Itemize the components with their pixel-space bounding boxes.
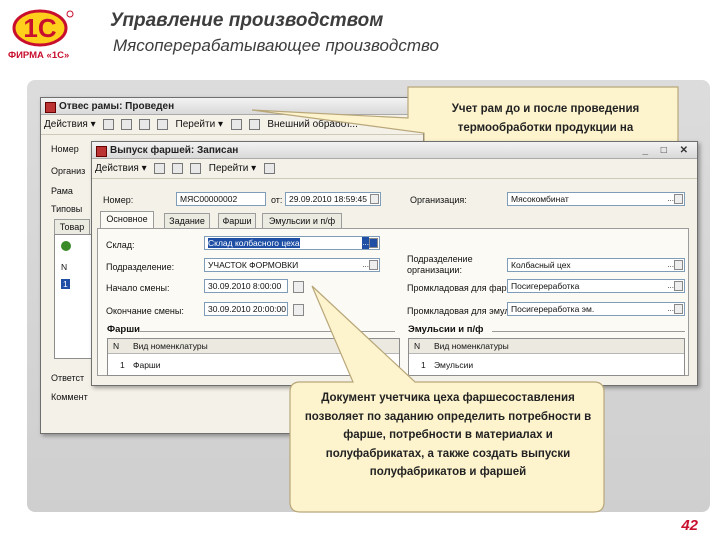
bottom-callout-text: Документ учетчика цеха фаршесоставления … <box>304 392 592 478</box>
page-number: 42 <box>681 517 698 534</box>
